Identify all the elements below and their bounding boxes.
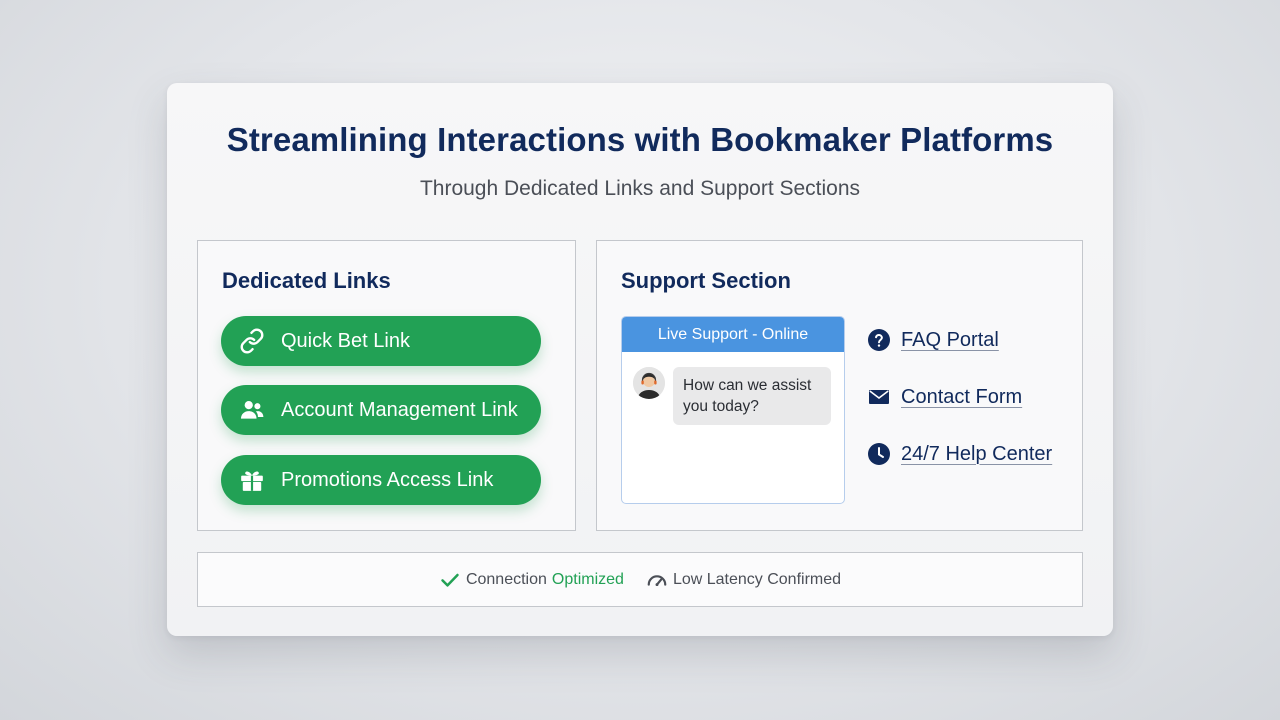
help-center-link[interactable]: 24/7 Help Center — [867, 441, 1052, 467]
link-icon — [239, 328, 265, 354]
latency-status: Low Latency Confirmed — [646, 569, 841, 591]
chat-message-bubble: How can we assist you today? — [673, 367, 831, 425]
contact-form-link[interactable]: Contact Form — [867, 384, 1022, 410]
main-card: Streamlining Interactions with Bookmaker… — [167, 83, 1113, 636]
connection-state: Optimized — [551, 570, 624, 588]
chat-header: Live Support - Online — [622, 317, 844, 352]
checkmark-icon — [439, 569, 461, 591]
account-management-link-button[interactable]: Account Management Link — [221, 385, 541, 435]
faq-portal-link[interactable]: FAQ Portal — [867, 327, 999, 353]
support-section-heading: Support Section — [621, 268, 791, 293]
help-center-label: 24/7 Help Center — [901, 442, 1053, 465]
live-support-chat-widget[interactable]: Live Support - Online How can we assist … — [621, 316, 845, 504]
support-section-panel: Support Section Live Support - Online Ho… — [596, 240, 1083, 531]
status-bar: Connection Optimized Low Latency Confirm… — [197, 552, 1083, 607]
quick-bet-link-label: Quick Bet Link — [281, 329, 410, 352]
clock-icon — [867, 442, 891, 466]
agent-avatar — [633, 367, 665, 399]
promotions-access-link-label: Promotions Access Link — [281, 468, 494, 491]
connection-status: Connection Optimized — [439, 569, 624, 591]
account-management-link-label: Account Management Link — [281, 398, 518, 421]
users-icon — [239, 397, 265, 423]
faq-portal-label: FAQ Portal — [901, 328, 999, 351]
speedometer-icon — [646, 569, 668, 591]
contact-form-label: Contact Form — [901, 385, 1023, 408]
latency-label: Low Latency Confirmed — [672, 570, 842, 588]
page-title: Streamlining Interactions with Bookmaker… — [226, 121, 1054, 158]
dedicated-links-heading: Dedicated Links — [222, 268, 391, 293]
promotions-access-link-button[interactable]: Promotions Access Link — [221, 455, 541, 505]
gift-icon — [239, 467, 265, 493]
quick-bet-link-button[interactable]: Quick Bet Link — [221, 316, 541, 366]
envelope-icon — [867, 385, 891, 409]
dedicated-links-panel: Dedicated Links Quick Bet Link Account M… — [197, 240, 576, 531]
page-subtitle: Through Dedicated Links and Support Sect… — [419, 177, 861, 200]
connection-prefix: Connection — [465, 570, 547, 588]
question-circle-icon — [867, 328, 891, 352]
